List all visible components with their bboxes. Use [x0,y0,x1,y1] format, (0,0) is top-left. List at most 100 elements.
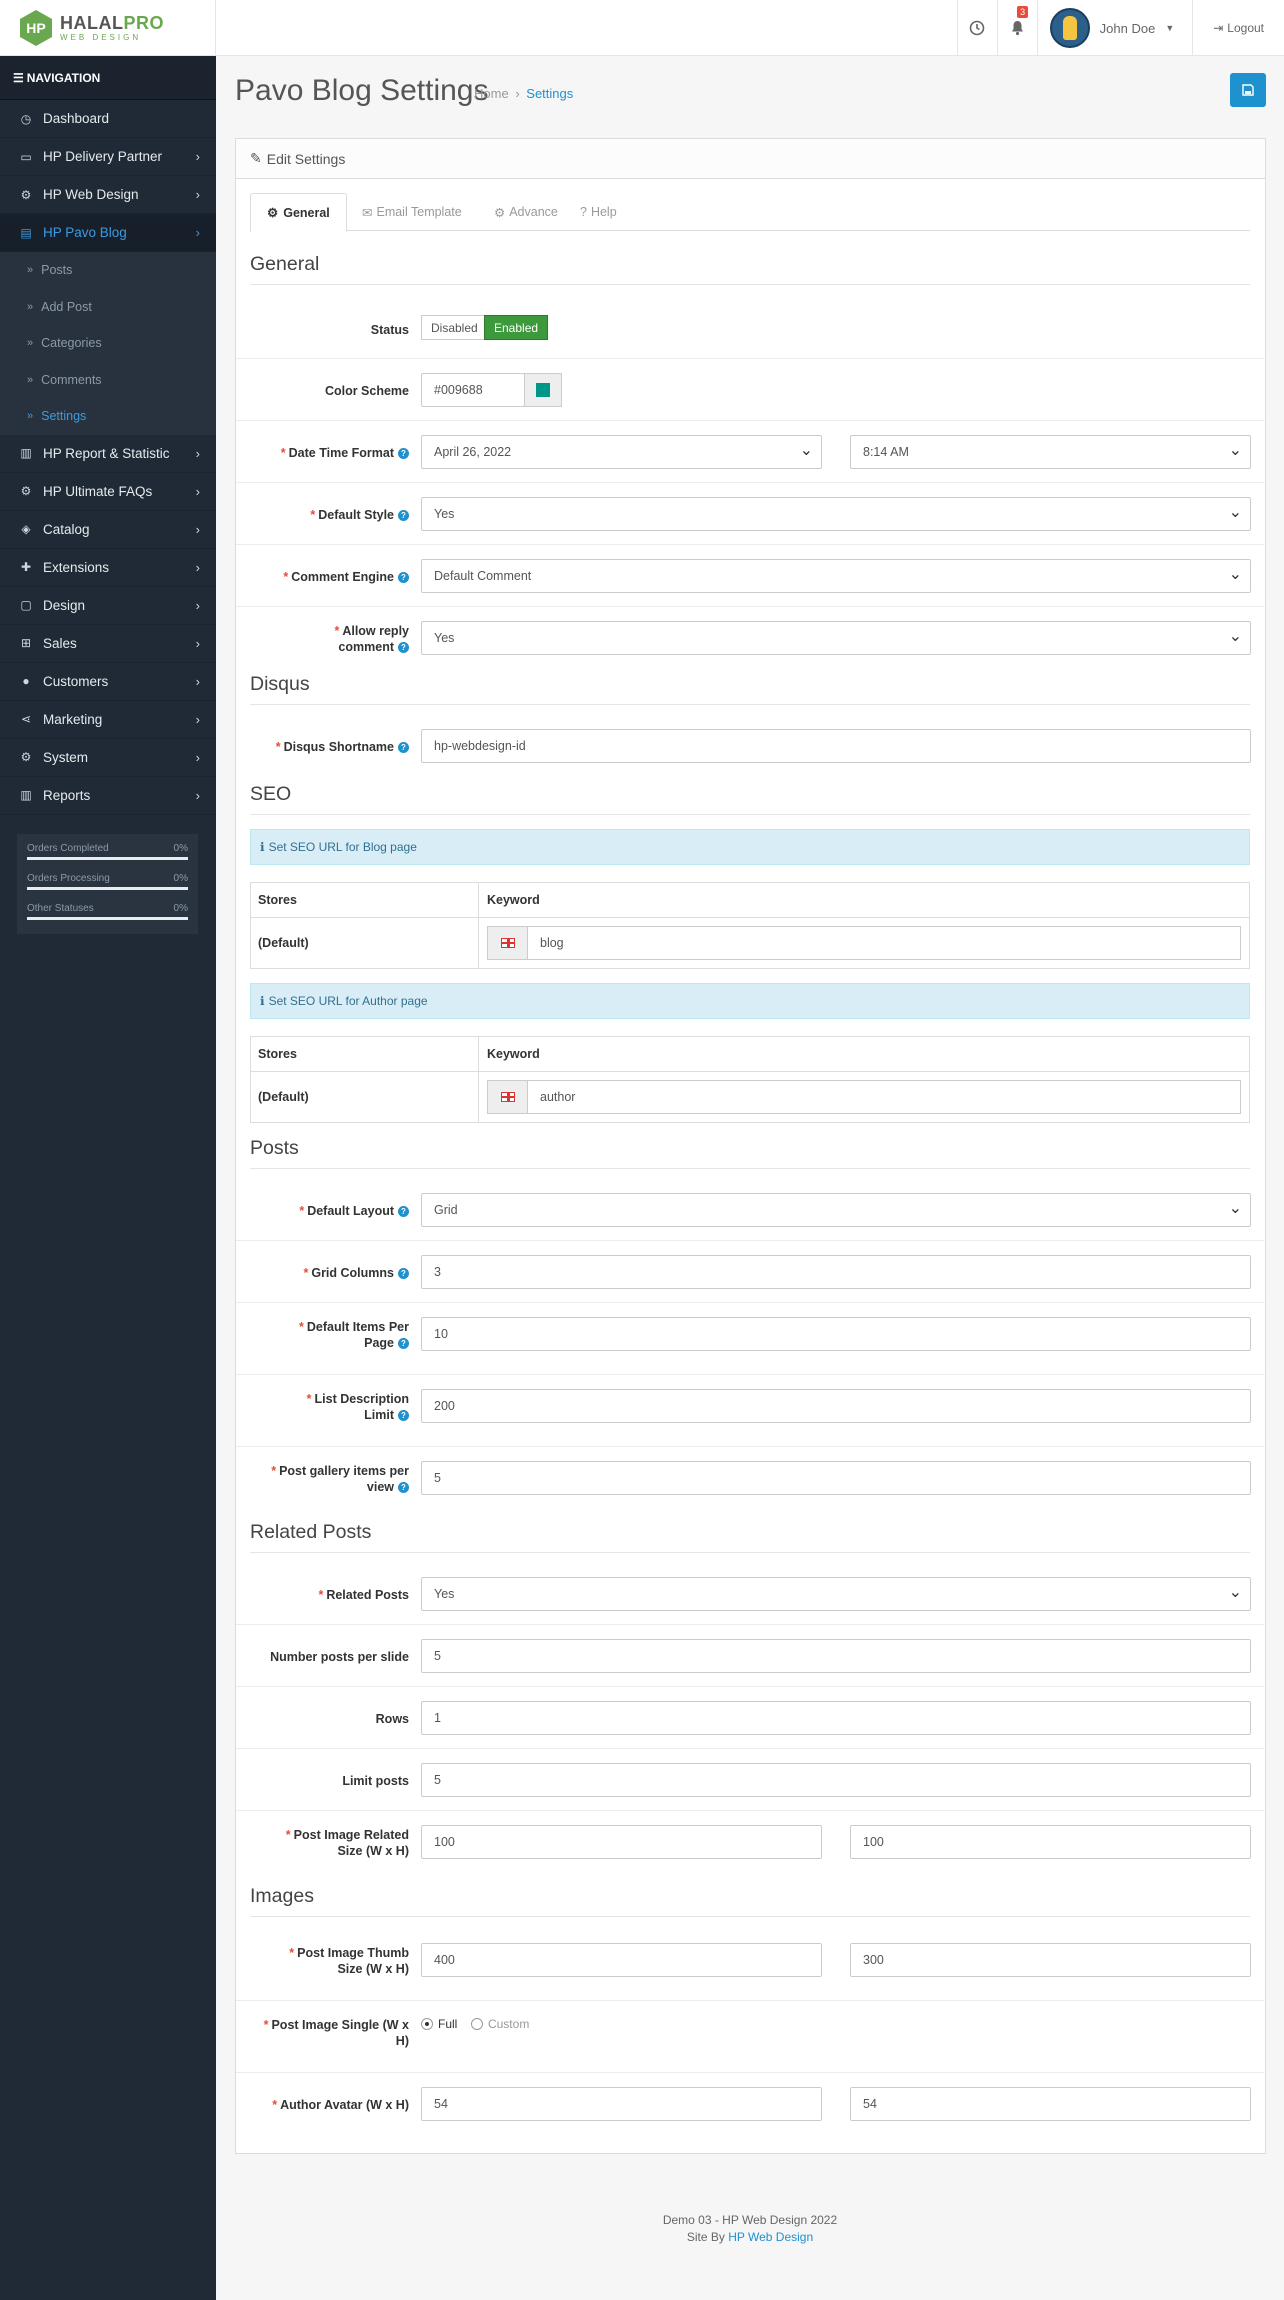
rows-input[interactable]: 1 [421,1701,1251,1735]
sidebar-item-web-design[interactable]: ⚙ HP Web Design › [0,176,216,214]
cogs-icon: ⚙ [494,205,506,220]
blog-keyword-input[interactable]: blog [527,926,1241,960]
field-allow-reply: * Allow reply comment? Yes [236,607,1267,669]
help-icon[interactable]: ? [398,742,409,753]
sidebar: ☰ NAVIGATION ◷ Dashboard ▭ HP Delivery Part… [0,56,216,2300]
status-enabled-option[interactable]: Enabled [484,315,549,340]
chevron-right-icon: › [195,187,200,202]
sidebar-item-extensions[interactable]: ✚ Extensions › [0,549,216,587]
table-row: (Default) blog [251,918,1249,968]
sidebar-item-dashboard[interactable]: ◷ Dashboard [0,100,216,138]
date-time-format-label: Date Time Format [288,446,394,460]
sidebar-item-delivery-partner[interactable]: ▭ HP Delivery Partner › [0,138,216,176]
sidebar-subitem-settings[interactable]: » Settings [0,398,216,435]
breadcrumb-home[interactable]: Home [474,86,509,101]
field-items-per-page: * Default Items Per Page? 10 [236,1303,1267,1375]
chevron-right-icon: › [195,225,200,240]
field-thumb-size: * Post Image Thumb Size (W x H) 400 300 [236,1929,1267,2001]
sidebar-item-pavo-blog[interactable]: ▤ HP Pavo Blog › [0,214,216,252]
related-image-width-input[interactable]: 100 [421,1825,822,1859]
main-content: Pavo Blog Settings Home › Settings ✎ Edi… [216,56,1284,2244]
store-name: (Default) [251,918,479,968]
info-circle-icon: ℹ [260,994,265,1008]
sidebar-item-marketing[interactable]: ⋖ Marketing › [0,701,216,739]
status-disabled-option[interactable]: Disabled [421,315,488,340]
single-size-label: Post Image Single (W x H) [271,2018,409,2048]
chevron-right-icon: › [195,445,200,461]
help-icon[interactable]: ? [398,642,409,653]
user-icon: ● [22,674,30,688]
related-image-height-input[interactable]: 100 [850,1825,1251,1859]
sidebar-item-ultimate-faqs[interactable]: ⚙ HP Ultimate FAQs › [0,473,216,511]
limit-posts-input[interactable]: 5 [421,1763,1251,1797]
color-scheme-input[interactable]: #009688 [421,373,525,407]
author-keyword-input[interactable]: author [527,1080,1241,1114]
sidebar-subitem-add-post[interactable]: » Add Post [0,288,216,325]
help-icon[interactable]: ? [398,1268,409,1279]
user-name: John Doe [1099,20,1156,36]
sidebar-item-sales[interactable]: ⊞ Sales › [0,625,216,663]
allow-reply-select[interactable]: Yes [421,621,1251,655]
progress-bar [27,887,188,890]
field-disqus-shortname: * Disqus Shortname? hp-webdesign-id [236,715,1267,777]
cogs-icon: ⚙ [20,484,32,498]
tab-email-template[interactable]: ✉ Email Template [346,193,478,231]
thumb-height-input[interactable]: 300 [850,1943,1251,1977]
default-style-select[interactable]: Yes [421,497,1251,531]
posts-per-slide-input[interactable]: 5 [421,1639,1251,1673]
footer-link[interactable]: HP Web Design [728,2230,813,2244]
sidebar-item-catalog[interactable]: ◈ Catalog › [0,511,216,549]
help-icon[interactable]: ? [398,1410,409,1421]
disqus-shortname-input[interactable]: hp-webdesign-id [421,729,1251,763]
thumb-width-input[interactable]: 400 [421,1943,822,1977]
col-stores: Stores [251,1037,479,1071]
help-icon[interactable]: ? [398,572,409,583]
sidebar-item-design[interactable]: ▢ Design › [0,587,216,625]
blog-icon: ▤ [20,225,32,240]
breadcrumb-settings[interactable]: Settings [526,86,573,101]
sidebar-item-system[interactable]: ⚙ System › [0,739,216,777]
gear-icon: ⚙ [20,750,32,764]
default-layout-select[interactable]: Grid [421,1193,1251,1227]
save-button[interactable] [1230,73,1266,107]
logout-button[interactable]: ⇥ Logout [1192,0,1284,56]
related-posts-select[interactable]: Yes [421,1577,1251,1611]
clock-button[interactable] [956,0,997,56]
items-per-page-input[interactable]: 10 [421,1317,1251,1351]
gallery-items-input[interactable]: 5 [421,1461,1251,1495]
col-keyword: Keyword [487,893,540,907]
gallery-items-label: Post gallery items per view [279,1464,409,1494]
color-scheme-label: Color Scheme [324,384,409,398]
flag-icon [500,938,515,948]
help-icon[interactable]: ? [398,448,409,459]
logo[interactable]: HP HALALPRO WEB DESIGN [0,0,216,56]
dashboard-icon: ◷ [20,111,32,126]
date-format-select[interactable]: April 26, 2022 [421,435,822,469]
notifications-button[interactable]: 3 [996,0,1037,56]
user-menu[interactable]: John Doe ▼ [1036,0,1193,56]
help-icon[interactable]: ? [398,1206,409,1217]
flag-icon [500,1092,515,1102]
tab-advance[interactable]: ⚙ Advance [478,193,574,231]
tab-help[interactable]: ? Help [564,193,633,231]
sidebar-subitem-comments[interactable]: » Comments [0,361,216,398]
list-description-input[interactable]: 200 [421,1389,1251,1423]
single-full-radio[interactable]: Full [421,2017,457,2031]
field-default-style: * Default Style? Yes [236,483,1267,545]
grid-columns-input[interactable]: 3 [421,1255,1251,1289]
avatar-width-input[interactable]: 54 [421,2087,822,2121]
sidebar-subitem-categories[interactable]: » Categories [0,325,216,362]
color-picker-button[interactable] [524,373,562,407]
help-icon[interactable]: ? [398,1338,409,1349]
avatar-height-input[interactable]: 54 [850,2087,1251,2121]
sidebar-item-report-statistic[interactable]: ▥ HP Report & Statistic › [0,435,216,473]
sidebar-item-reports[interactable]: ▥ Reports › [0,777,216,815]
help-icon[interactable]: ? [398,1482,409,1493]
comment-engine-select[interactable]: Default Comment [421,559,1251,593]
help-icon[interactable]: ? [398,510,409,521]
single-custom-radio[interactable]: Custom [470,2017,529,2031]
time-format-select[interactable]: 8:14 AM [850,435,1251,469]
tab-general[interactable]: ⚙ General [250,193,347,232]
sidebar-subitem-posts[interactable]: » Posts [0,252,216,289]
sidebar-item-customers[interactable]: ● Customers › [0,663,216,701]
